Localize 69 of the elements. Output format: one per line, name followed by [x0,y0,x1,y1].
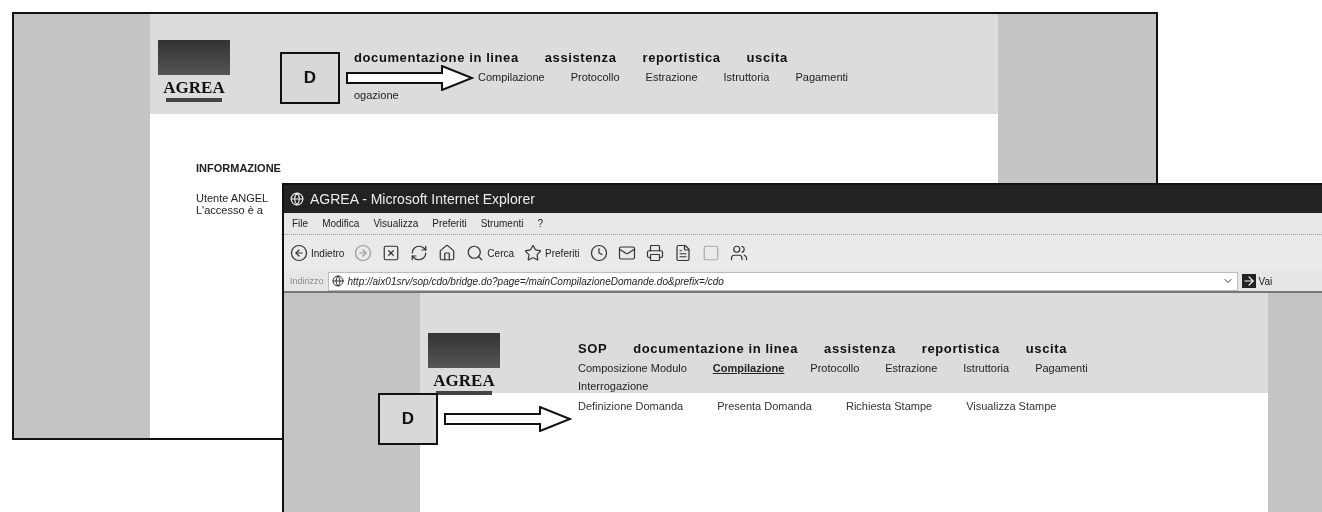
home-button[interactable] [438,244,457,262]
back-button[interactable]: Indietro [290,244,345,262]
header-link[interactable]: reportistica [642,50,721,65]
header-link[interactable]: SOP [578,341,608,356]
address-field[interactable]: http://aix01srv/sop/cdo/bridge.do?page=/mainCompilazioneDomande.do&prefix=/cdo [327,271,1238,291]
menu-item[interactable]: Modifica [322,218,360,229]
favorites-button[interactable]: Preferiti [524,244,580,262]
page-icon [331,275,344,287]
blank-icon [701,244,720,262]
refresh-button[interactable] [410,244,429,262]
info-title: INFORMAZIONE [196,162,281,174]
nav-link[interactable]: Estrazione [885,362,938,374]
info-text: L'accesso è a [196,204,263,216]
menu-item[interactable]: Strumenti [480,218,524,229]
header-link[interactable]: uscita [746,50,788,65]
forward-icon [354,244,373,262]
menu-item[interactable]: File [292,218,309,229]
people-icon [729,244,748,262]
clock-icon [589,244,608,262]
nav-link[interactable]: Istruttoria [963,362,1010,374]
agrea-logo: AGREA [158,40,230,104]
agrea-logo: AGREA [428,333,500,397]
nav-link[interactable]: Composizione Modulo [578,362,687,374]
browser-icon [290,192,304,206]
edit-button[interactable] [673,244,692,262]
history-button[interactable] [589,244,608,262]
nav-link[interactable]: Protocollo [810,362,860,374]
messenger-button[interactable] [729,244,748,262]
address-label: Indirizzo [290,276,324,286]
nav-link[interactable]: Pagamenti [1035,362,1088,374]
nav-link[interactable]: Interrogazione [578,380,649,392]
nav-link[interactable]: Istruttoria [723,71,770,83]
home-icon [438,244,457,262]
mail-icon [617,244,636,262]
menu-item[interactable]: Visualizza [373,218,419,229]
header-link[interactable]: assistenza [544,50,617,65]
window-title: AGREA - Microsoft Internet Explorer [310,191,535,207]
subnav-link[interactable]: Presenta Domanda [717,400,812,412]
subnav-link[interactable]: Richiesta Stampe [845,400,933,412]
search-icon [466,244,485,262]
go-button[interactable]: Vai [1241,274,1273,288]
header-link[interactable]: documentazione in linea [633,341,799,356]
nav-link[interactable]: ogazione [354,89,399,101]
callout-label: D [378,393,438,445]
document-icon [673,244,692,262]
header-link[interactable]: reportistica [921,341,1000,356]
refresh-icon [410,244,429,262]
subnav-link[interactable]: Definizione Domanda [578,400,684,412]
callout-label: D [280,52,340,104]
print-button[interactable] [645,244,664,262]
nav-link[interactable]: Pagamenti [795,71,848,83]
nav-link[interactable]: Estrazione [645,71,698,83]
menu-item[interactable]: Preferiti [432,218,467,229]
printer-icon [645,244,664,262]
nav-link[interactable]: Compilazione [712,362,785,374]
star-icon [524,244,543,262]
back-icon [290,244,308,262]
header-link[interactable]: documentazione in linea [354,50,519,65]
header-link[interactable]: assistenza [824,341,896,356]
subnav-link[interactable]: Visualizza Stampe [966,400,1057,412]
mail-button[interactable] [617,244,636,262]
stop-button[interactable] [382,244,401,262]
search-button[interactable]: Cerca [466,244,515,262]
menu-item[interactable]: ? [537,218,544,229]
header-link[interactable]: uscita [1025,341,1067,356]
nav-link[interactable]: Compilazione [478,71,545,83]
close-icon [382,244,401,262]
nav-link[interactable]: Protocollo [570,71,620,83]
info-text: Utente ANGEL [196,192,269,204]
